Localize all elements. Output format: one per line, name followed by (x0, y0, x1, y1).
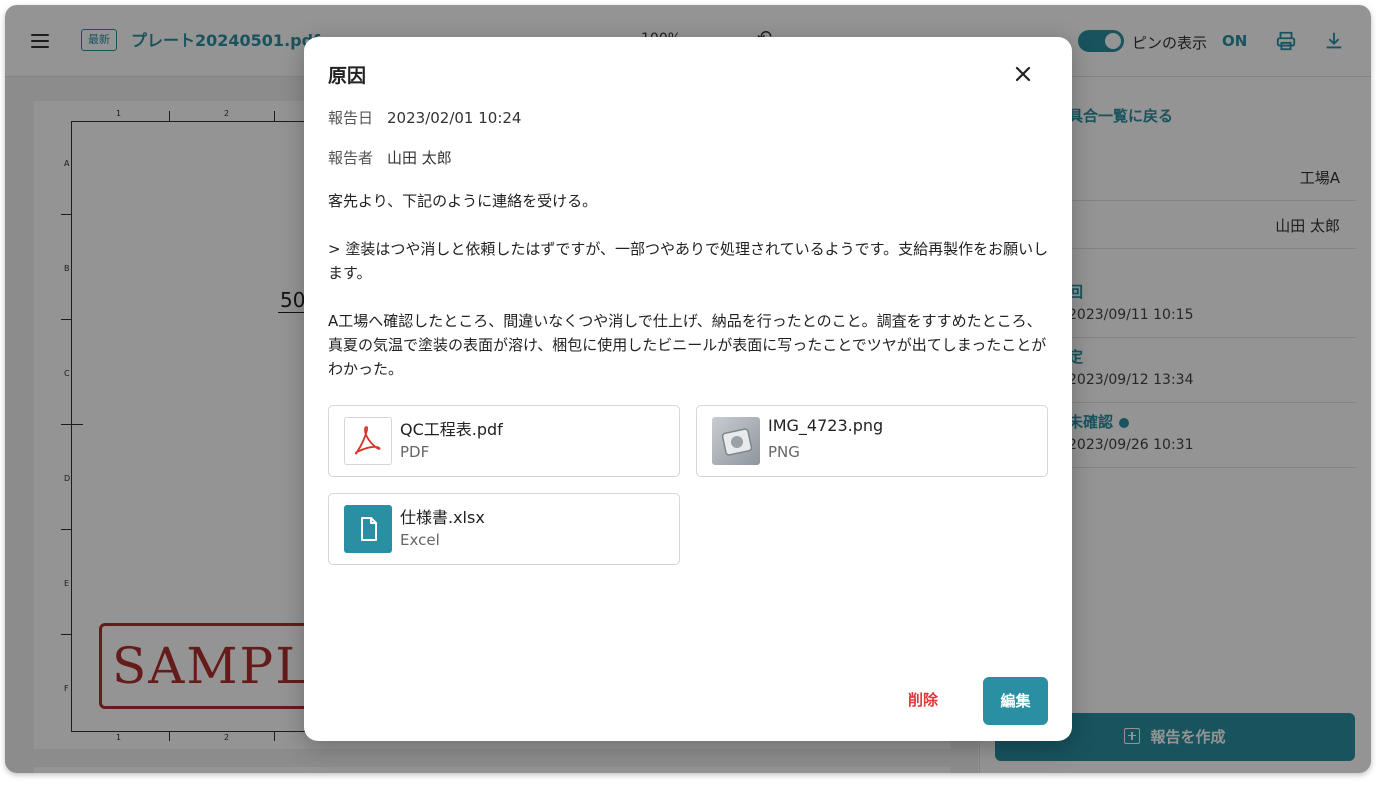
report-date-row: 報告日 2023/02/01 10:24 (328, 107, 521, 128)
delete-button[interactable]: 削除 (908, 689, 938, 710)
body-paragraph: > 塗装はつや消しと依頼したはずですが、一部つやありで処理されているようです。支… (328, 240, 1049, 282)
dialog-title: 原因 (328, 65, 367, 87)
document-icon (344, 505, 392, 553)
attachment-name: 仕様書.xlsx (400, 508, 485, 527)
edit-button[interactable]: 編集 (983, 677, 1048, 725)
reporter-value: 山田 太郎 (387, 149, 452, 167)
attachment-card[interactable]: 仕様書.xlsx Excel (328, 493, 680, 565)
body-paragraph: 客先より、下記のように連絡を受ける。 (328, 192, 598, 210)
attachment-card[interactable]: QC工程表.pdf PDF (328, 405, 680, 477)
attachment-card[interactable]: IMG_4723.png PNG (696, 405, 1048, 477)
report-date-label: 報告日 (328, 109, 374, 127)
attachment-name: IMG_4723.png (768, 416, 884, 435)
pdf-icon (344, 417, 392, 465)
reporter-label: 報告者 (328, 149, 374, 167)
report-body: 客先より、下記のように連絡を受ける。 > 塗装はつや消しと依頼したはずですが、一… (328, 189, 1052, 381)
cause-dialog: 原因 報告日 2023/02/01 10:24 報告者 山田 太郎 客先より、下記の… (304, 37, 1072, 741)
attachment-type: PNG (768, 443, 800, 461)
close-button[interactable] (1010, 61, 1036, 87)
image-thumbnail (712, 417, 760, 465)
reporter-row: 報告者 山田 太郎 (328, 147, 452, 168)
attachment-type: Excel (400, 531, 440, 549)
attachment-name: QC工程表.pdf (400, 420, 503, 439)
body-paragraph: A工場へ確認したところ、間違いなくつや消しで仕上げ、納品を行ったとのこと。調査を… (328, 312, 1047, 378)
attachment-type: PDF (400, 443, 430, 461)
report-date-value: 2023/02/01 10:24 (387, 109, 522, 127)
close-icon (1015, 66, 1031, 82)
